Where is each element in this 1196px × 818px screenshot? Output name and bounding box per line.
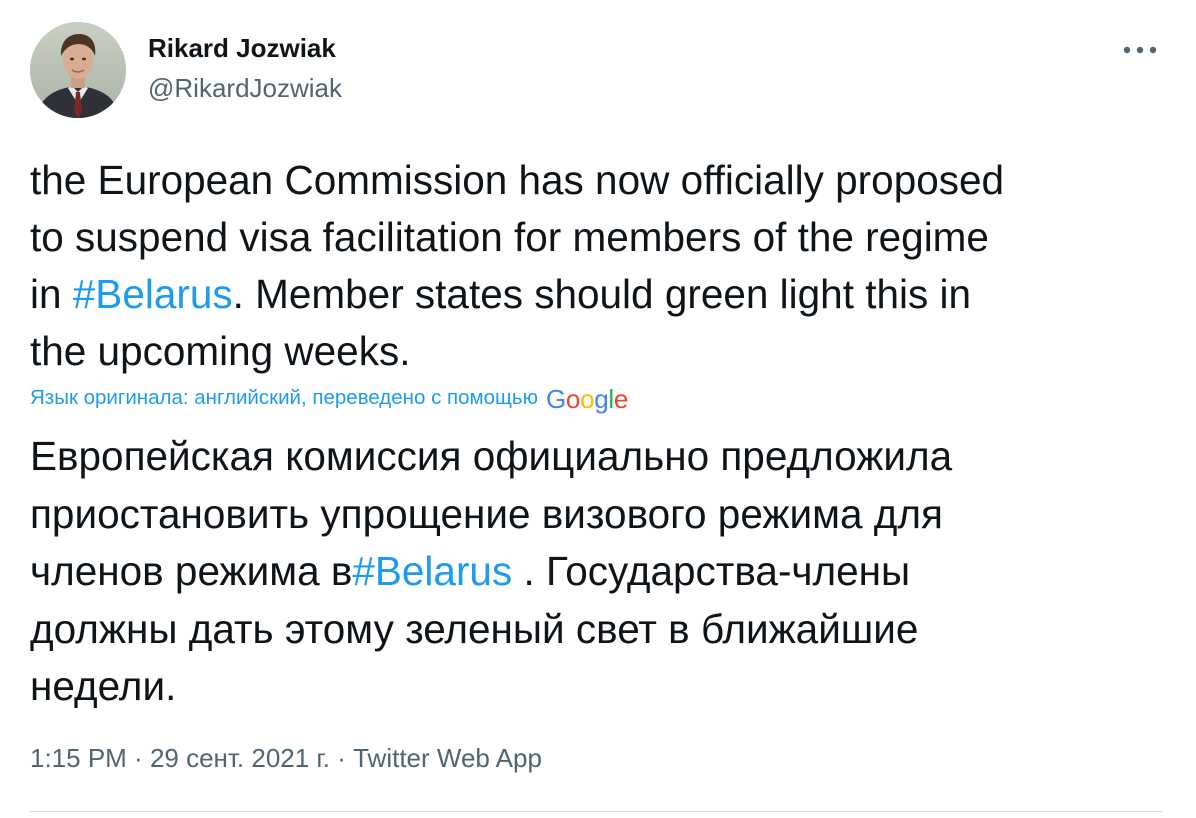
meta-separator: · <box>329 743 354 773</box>
translated-text-line: Европейская комиссия официально предложи… <box>30 433 953 479</box>
translated-text-segment: членов режима в <box>30 548 353 594</box>
google-logo-letter: e <box>613 383 629 414</box>
tweet-text-line: the upcoming weeks. <box>30 328 411 374</box>
translated-text-line: членов режима в#Belarus . Государства-чл… <box>30 543 1170 601</box>
avatar[interactable] <box>30 22 126 118</box>
tweet-source[interactable]: Twitter Web App <box>353 743 542 773</box>
hashtag-link[interactable]: #Belarus <box>352 548 512 594</box>
meta-separator: · <box>126 743 150 773</box>
tweet-text-line: to suspend visa facilitation for members… <box>30 214 989 260</box>
more-options-button[interactable] <box>1112 30 1168 70</box>
translation-attribution: Язык оригинала: английский, переведено с… <box>30 382 628 414</box>
translated-text-line: приостановить упрощение визового режима … <box>30 490 943 537</box>
author-display-name[interactable]: Rikard Jozwiak <box>148 33 336 63</box>
tweet-time[interactable]: 1:15 PM <box>30 743 127 773</box>
translated-text-line: недели. <box>30 663 177 709</box>
user-avatar-photo <box>30 22 126 118</box>
translated-text-segment: . Государства-члены <box>512 548 911 594</box>
tweet-text: the European Commission has now official… <box>30 152 1170 380</box>
tweet-date[interactable]: 29 сент. 2021 г. <box>150 743 330 773</box>
tweet-card: Rikard Jozwiak @RikardJozwiak the Europe… <box>0 0 1196 818</box>
translated-text-line: должны дать этому зеленый свет в ближайш… <box>30 605 919 652</box>
tweet-metadata: 1:15 PM · 29 сент. 2021 г. · Twitter Web… <box>30 740 542 776</box>
tweet-text-segment: . Member states should green light this … <box>232 271 972 317</box>
google-logo: Google <box>546 384 628 415</box>
translated-text: Европейская комиссия официально предложи… <box>30 428 1170 716</box>
tweet-text-line: the European Commission has now official… <box>30 157 1005 203</box>
author-handle[interactable]: @RikardJozwiak <box>148 73 342 103</box>
tweet-text-line: in #Belarus. Member states should green … <box>30 266 1170 323</box>
tweet-text-segment: in <box>30 271 73 317</box>
hashtag-link[interactable]: #Belarus <box>73 271 233 317</box>
google-logo-letter: G <box>545 383 566 414</box>
google-logo-letter: o <box>565 383 581 414</box>
translation-label[interactable]: Язык оригинала: английский, переведено с… <box>30 386 538 410</box>
divider <box>30 811 1162 812</box>
google-logo-letter: o <box>580 383 595 414</box>
google-logo-letter: g <box>594 383 609 414</box>
more-horizontal-icon <box>1123 46 1157 54</box>
